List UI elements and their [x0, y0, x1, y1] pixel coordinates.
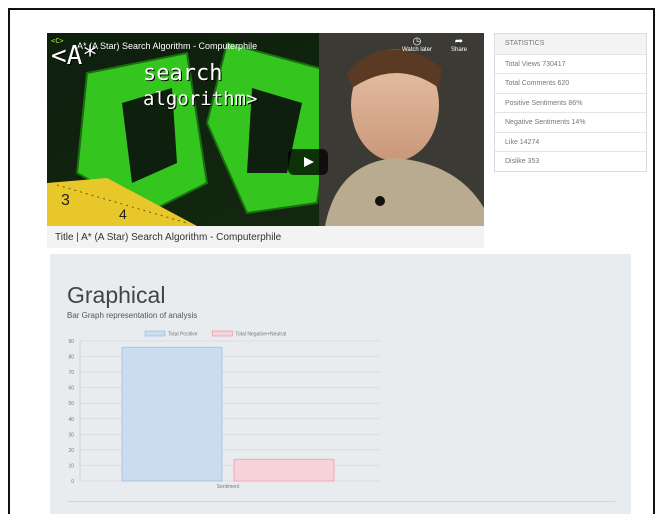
- bar-total-negative-neutral: [233, 458, 335, 482]
- clock-icon: ◷: [412, 36, 422, 47]
- overlay-text-line1: <A*: [51, 41, 98, 71]
- video-title[interactable]: A* (A Star) Search Algorithm - Computerp…: [77, 41, 257, 51]
- stat-total-views: Total Views 730417: [495, 53, 646, 73]
- svg-text:4: 4: [119, 206, 127, 222]
- y-tick-label: 70: [68, 370, 74, 376]
- statistics-header: STATISTICS: [495, 34, 646, 54]
- x-tick-label: Sentiment: [217, 484, 240, 490]
- share-icon: ➦: [454, 36, 464, 47]
- svg-text:3: 3: [61, 192, 70, 209]
- stat-negative-sentiments: Negative Sentiments 14%: [495, 112, 646, 132]
- panel-title: Graphical: [67, 282, 166, 308]
- legend-label: Total Positive: [168, 332, 198, 338]
- watch-later-button[interactable]: ◷ Watch later: [397, 36, 437, 54]
- y-tick-label: 0: [71, 479, 74, 485]
- panel-subtitle: Bar Graph representation of analysis: [67, 311, 198, 320]
- graphical-panel: Graphical Bar Graph representation of an…: [50, 254, 631, 514]
- play-button[interactable]: [288, 149, 328, 175]
- bar-total-positive: [121, 346, 223, 482]
- legend-label: Total Negative+Neutral: [235, 332, 286, 338]
- y-tick-label: 80: [68, 355, 74, 361]
- share-button[interactable]: ➦ Share: [439, 36, 479, 54]
- y-tick-label: 10: [68, 463, 74, 469]
- video-thumbnail: 3 4: [47, 33, 484, 226]
- stat-total-comments: Total Comments 620: [495, 73, 646, 93]
- video-title-label: Title | A* (A Star) Search Algorithm - C…: [47, 226, 484, 248]
- y-tick-label: 30: [68, 432, 74, 438]
- y-tick-label: 60: [68, 386, 74, 392]
- overlay-text-line2: search: [143, 61, 223, 86]
- y-tick-label: 40: [68, 417, 74, 423]
- sentiment-bar-chart: 0 10 20 30 40 50 60 70 80 90 Sentiment Total Positi…: [68, 330, 380, 490]
- overlay-text-line3: algorithm>: [143, 88, 258, 110]
- statistics-list: STATISTICS Total Views 730417 Total Comm…: [494, 33, 647, 172]
- y-tick-label: 20: [68, 448, 74, 454]
- legend-swatch: [144, 330, 166, 337]
- video-player[interactable]: 3 4 <C> A* (A Star) Search Algorithm - C…: [47, 33, 484, 226]
- legend-swatch: [211, 330, 233, 337]
- stat-dislikes: Dislike 353: [495, 151, 646, 171]
- stat-likes: Like 14274: [495, 131, 646, 151]
- y-tick-label: 90: [68, 339, 74, 345]
- stat-positive-sentiments: Positive Sentiments 86%: [495, 92, 646, 112]
- panel-divider: [67, 501, 615, 502]
- y-tick-label: 50: [68, 401, 74, 407]
